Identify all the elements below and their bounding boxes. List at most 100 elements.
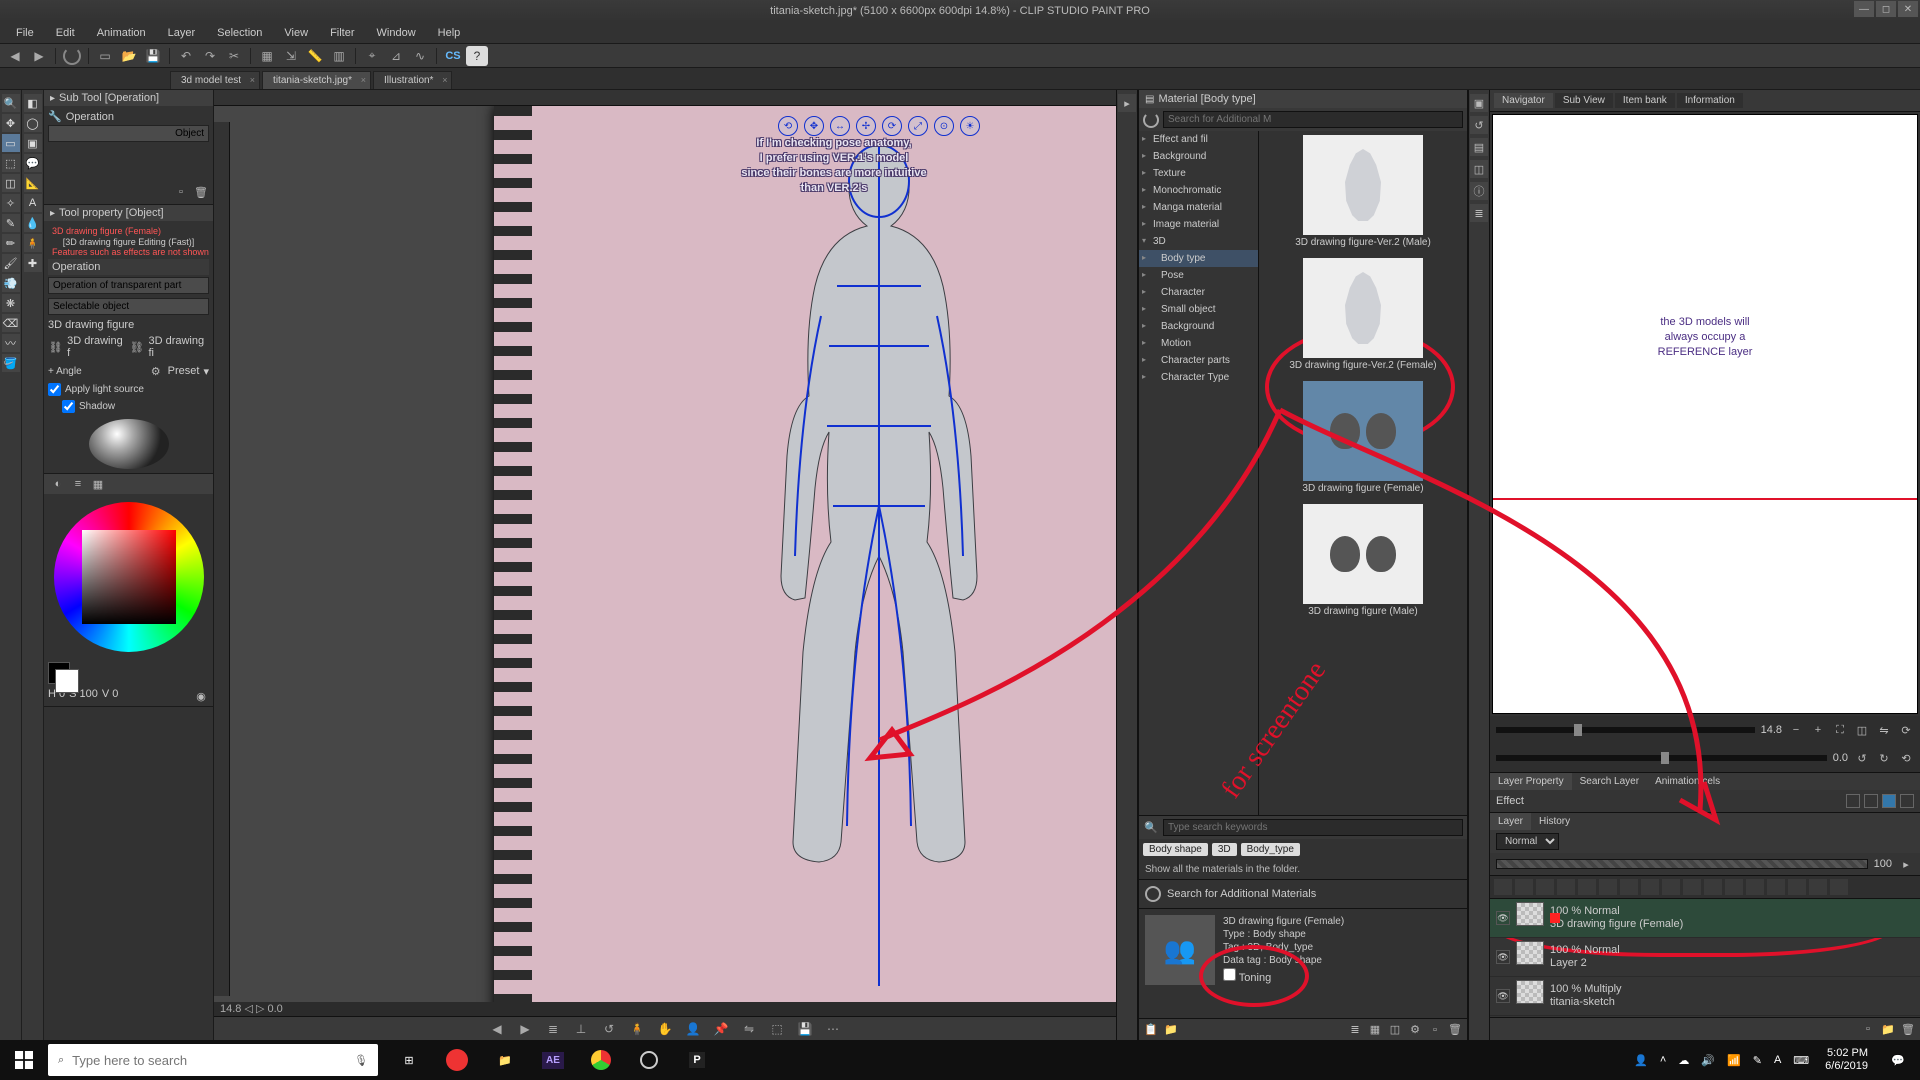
ruler-tool-icon[interactable]: 📐 (24, 174, 42, 192)
assist-icon[interactable]: CS (442, 46, 464, 66)
tree-node[interactable]: Image material (1139, 216, 1258, 233)
after-effects-icon[interactable]: AE (530, 1040, 576, 1080)
tab-close-icon[interactable]: × (442, 75, 447, 85)
tray-lang[interactable]: A (1774, 1054, 1781, 1066)
clip-studio-icon[interactable] (61, 46, 83, 66)
new-file-icon[interactable]: ▭ (94, 46, 116, 66)
new-raster-icon[interactable] (1683, 879, 1701, 895)
tab-close-icon[interactable]: × (250, 75, 255, 85)
select-icon[interactable]: ▦ (256, 46, 278, 66)
text-tool-icon[interactable]: A (24, 194, 42, 212)
snap3-icon[interactable]: ∿ (409, 46, 431, 66)
menu-selection[interactable]: Selection (207, 25, 272, 41)
shadow-checkbox[interactable] (62, 400, 75, 413)
effect-tone-icon[interactable] (1864, 794, 1878, 808)
effect-border-icon[interactable] (1846, 794, 1860, 808)
keyword-search-input[interactable] (1163, 819, 1463, 836)
layer-row[interactable]: 👁100 % Multiplytitania-sketch (1490, 977, 1920, 1016)
folder-icon[interactable]: 📁 (1163, 1022, 1179, 1038)
transform-icon[interactable]: ⇲ (280, 46, 302, 66)
info-dock-icon[interactable]: ⓘ (1470, 182, 1488, 200)
zoom-out-icon[interactable]: − (1788, 722, 1804, 738)
balloon-tool-icon[interactable]: 💬 (24, 154, 42, 172)
taskbar-clock[interactable]: 5:02 PM6/6/2019 (1817, 1047, 1876, 1073)
effect-extract-icon[interactable] (1900, 794, 1914, 808)
refresh-icon[interactable] (1143, 112, 1159, 128)
material-thumb[interactable]: 3D drawing figure (Female) (1263, 381, 1463, 496)
props-icon[interactable]: ⚙ (1407, 1022, 1423, 1038)
tree-node[interactable]: Monochromatic (1139, 182, 1258, 199)
link-icon[interactable]: ⛓ (48, 339, 63, 355)
selectable-object-dropdown[interactable]: Selectable object (48, 298, 209, 315)
tree-node[interactable]: Pose (1139, 267, 1258, 284)
layers-dock-icon[interactable]: ≣ (1470, 204, 1488, 222)
rotate-icon[interactable]: ⟳ (1898, 722, 1914, 738)
subtool-object-item[interactable]: Object (48, 125, 209, 142)
nav-tab[interactable]: Sub View (1555, 93, 1613, 108)
light-sphere[interactable] (89, 419, 169, 469)
mic-icon[interactable]: 🎙 (354, 1054, 368, 1067)
ref-set-icon[interactable] (1557, 879, 1575, 895)
lock-trans-icon[interactable] (1494, 879, 1512, 895)
tree-node[interactable]: Texture (1139, 165, 1258, 182)
rot-reset-icon[interactable]: ⟲ (1898, 750, 1914, 766)
new-vector-icon[interactable] (1704, 879, 1722, 895)
tree-node[interactable]: Character (1139, 284, 1258, 301)
tree-node[interactable]: Body type (1139, 250, 1258, 267)
frame-tool-icon[interactable]: ▣ (24, 134, 42, 152)
opacity-stepper-icon[interactable]: ▸ (1898, 856, 1914, 872)
tray-keyboard-icon[interactable]: ⌨ (1793, 1054, 1809, 1067)
grid-icon[interactable]: ▥ (328, 46, 350, 66)
menu-layer[interactable]: Layer (158, 25, 206, 41)
airbrush-tool-icon[interactable]: 💨 (2, 274, 20, 292)
doc-tab[interactable]: Illustration*× (373, 71, 452, 89)
material-thumb[interactable]: 3D drawing figure-Ver.2 (Female) (1263, 258, 1463, 373)
deco-tool-icon[interactable]: ❋ (2, 294, 20, 312)
material-tag[interactable]: 3D (1212, 843, 1237, 856)
undo-icon[interactable]: ↶ (175, 46, 197, 66)
mask-icon[interactable] (1788, 879, 1806, 895)
action-center-icon[interactable]: 💬 (1876, 1040, 1920, 1080)
nav-tab[interactable]: Navigator (1494, 93, 1553, 108)
chrome-icon[interactable] (578, 1040, 624, 1080)
paste-material-icon[interactable]: 📋 (1143, 1022, 1159, 1038)
help-icon[interactable]: ? (466, 46, 488, 66)
preset-label[interactable]: Preset (168, 365, 200, 377)
window-maximize-button[interactable]: ◻ (1876, 1, 1896, 17)
window-minimize-button[interactable]: — (1854, 1, 1874, 17)
layer-trash-icon[interactable]: 🗑 (1900, 1021, 1916, 1037)
subtool-add-icon[interactable]: ▫ (173, 184, 189, 200)
tree-node[interactable]: Background (1139, 318, 1258, 335)
ruler-icon[interactable]: 📏 (304, 46, 326, 66)
obj-save-icon[interactable]: 💾 (793, 1019, 817, 1039)
menu-help[interactable]: Help (428, 25, 471, 41)
apply-mask-icon[interactable] (1809, 879, 1827, 895)
layer-new-icon[interactable]: ▫ (1860, 1021, 1876, 1037)
task-view-icon[interactable]: ⊞ (386, 1040, 432, 1080)
view-small-icon[interactable]: ▦ (1367, 1022, 1383, 1038)
obj-reg-icon[interactable]: 📌 (709, 1019, 733, 1039)
obj-prev-icon[interactable]: ◀ (485, 1019, 509, 1039)
tray-volume-icon[interactable]: 🔊 (1701, 1054, 1715, 1067)
eraser-tool-icon[interactable]: ⌫ (2, 314, 20, 332)
del-layer-icon[interactable] (1830, 879, 1848, 895)
history-icon[interactable]: ↺ (1470, 116, 1488, 134)
rot-cw-icon[interactable]: ↻ (1876, 750, 1892, 766)
window-close-button[interactable]: ✕ (1898, 1, 1918, 17)
menu-edit[interactable]: Edit (46, 25, 85, 41)
combine-icon[interactable] (1662, 879, 1680, 895)
fit-icon[interactable]: ⛶ (1832, 722, 1848, 738)
operation-tool-icon[interactable]: ▭ (2, 134, 20, 152)
material-tag[interactable]: Body shape (1143, 843, 1208, 856)
layerpanel-tab[interactable]: History (1531, 813, 1578, 830)
layerpanel-tab[interactable]: Layer (1490, 813, 1531, 830)
canvas-page[interactable]: ⟲ ✥ ↔ ✢ ⟳ ⤢ ⊙ ☀ (494, 106, 1116, 1016)
obj-hand-icon[interactable]: ✋ (653, 1019, 677, 1039)
menu-window[interactable]: Window (367, 25, 426, 41)
clip-icon[interactable] (1536, 879, 1554, 895)
snap-icon[interactable]: ⌖ (361, 46, 383, 66)
layer-visibility-icon[interactable]: 👁 (1496, 989, 1510, 1003)
blend-mode-select[interactable]: Normal (1496, 833, 1559, 850)
toolbar-fwd-icon[interactable]: ▶ (28, 46, 50, 66)
layer-row[interactable]: 👁100 % NormalLayer 1 (1490, 1016, 1920, 1017)
